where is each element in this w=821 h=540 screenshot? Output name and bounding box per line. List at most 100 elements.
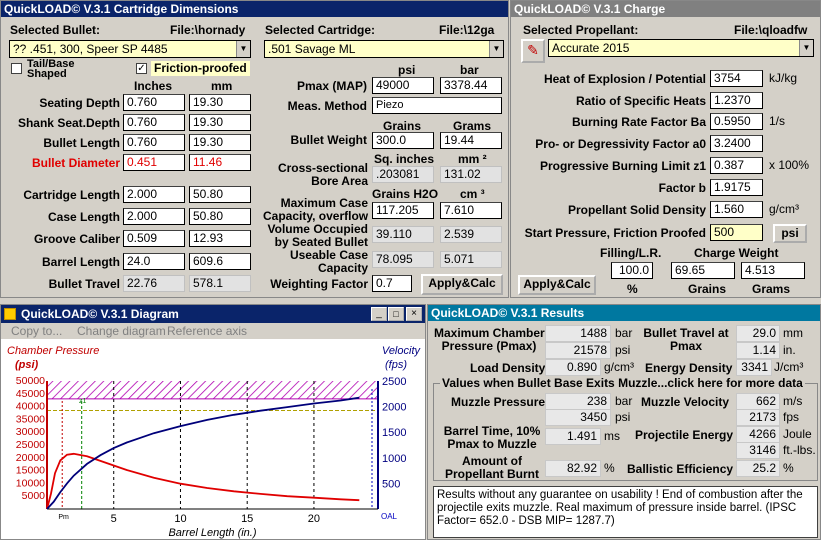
dim-row-label: Seating Depth: [39, 96, 120, 110]
chevron-down-icon[interactable]: ▼: [799, 40, 813, 56]
dim-row-mm-field[interactable]: 609.6: [189, 253, 251, 270]
x-tick-label: 10: [174, 513, 186, 525]
dim-row-label: Barrel Length: [41, 255, 120, 269]
charge-row-field[interactable]: 3754: [710, 70, 763, 87]
ballistic-efficiency-value: 25.2: [736, 460, 780, 477]
dim-row-label: Groove Caliber: [33, 232, 120, 246]
charge-grains-field[interactable]: 69.65: [671, 262, 735, 279]
muzzle-velocity-fps-value: 2173: [736, 409, 780, 426]
app-icon: [4, 308, 16, 320]
friction-proofed-checkbox[interactable]: ✓: [136, 63, 147, 74]
weighting-factor-field[interactable]: 0.7: [372, 275, 412, 292]
x-axis-title: Barrel Length (in.): [168, 527, 256, 539]
bullet-weight-grams-field[interactable]: 19.44: [440, 132, 502, 149]
charge-row-label: Pro- or Degressivity Factor a0: [535, 137, 706, 151]
percent-burnt-unit: %: [604, 461, 615, 475]
charge-row-field[interactable]: 0.387: [710, 157, 763, 174]
dim-row-label: Shank Seat.Depth: [17, 116, 120, 130]
diagram-title-bar: QuickLOAD© V.3.1 Diagram: [1, 305, 425, 323]
right-tick-label: 1000: [382, 453, 406, 465]
max-case-capacity-cm3-field[interactable]: 7.610: [440, 202, 502, 219]
pmax-bar-field[interactable]: 3378.44: [440, 77, 502, 94]
right-tick-label: 2000: [382, 402, 406, 414]
dim-row-label: Case Length: [47, 210, 120, 224]
load-density-label: Load Density: [470, 361, 546, 375]
x-tick-label: 15: [241, 513, 253, 525]
propellant-select[interactable]: Accurate 2015 ▼: [548, 39, 814, 57]
psi-unit-button[interactable]: psi: [773, 224, 807, 243]
left-tick-label: 50000: [16, 375, 45, 387]
cartridge-select[interactable]: .501 Savage ML ▼: [264, 40, 504, 58]
dim-row-mm-field[interactable]: 50.80: [189, 186, 251, 203]
friction-proofed-label: Friction-proofed: [151, 61, 250, 76]
close-icon[interactable]: ×: [406, 307, 422, 321]
bullet-travel-in-value: 1.14: [736, 342, 780, 359]
dim-row-inches-field[interactable]: 0.760: [123, 114, 185, 131]
load-density-value: 0.890: [545, 359, 601, 376]
projectile-energy-label: Projectile Energy: [635, 428, 734, 442]
minimize-icon[interactable]: _: [371, 307, 387, 321]
charge-row-field[interactable]: 1.9175: [710, 179, 763, 196]
meas-method-field[interactable]: Piezo: [372, 97, 502, 114]
energy-density-label: Energy Density: [645, 361, 733, 375]
dim-row-inches-field[interactable]: 24.0: [123, 253, 185, 270]
charge-row-label: Propellant Solid Density: [567, 203, 706, 217]
charge-row-field[interactable]: 500: [710, 224, 763, 241]
dim-row-inches-field[interactable]: 0.760: [123, 94, 185, 111]
dim-row-mm-field[interactable]: 50.80: [189, 208, 251, 225]
ms-unit: m/s: [783, 394, 803, 408]
menu-reference-axis[interactable]: Reference axis: [167, 324, 247, 338]
dim-row-inches-field[interactable]: 0.451: [123, 154, 185, 171]
dim-row-inches-field[interactable]: 2.000: [123, 208, 185, 225]
percent-label: %: [627, 282, 638, 296]
chevron-down-icon[interactable]: ▼: [236, 41, 250, 57]
muzzle-bar-unit: bar: [615, 394, 633, 408]
menu-copy-to[interactable]: Copy to...: [11, 324, 62, 338]
dim-row-mm-field[interactable]: 19.30: [189, 114, 251, 131]
dim-row-mm-field[interactable]: 19.30: [189, 94, 251, 111]
bullet-select-value: ?? .451, 300, Speer SP 4485: [13, 42, 168, 56]
charge-apply-calc-button[interactable]: Apply&Calc: [518, 275, 596, 295]
dim-row-inches-field[interactable]: 0.509: [123, 230, 185, 247]
left-tick-label: 5000: [22, 490, 46, 502]
propellant-burnt-label: Amount of Propellant Burnt: [440, 455, 544, 481]
ballistic-efficiency-label: Ballistic Efficiency: [627, 462, 734, 476]
charge-row-field[interactable]: 0.5950: [710, 113, 763, 130]
psi-header: psi: [398, 63, 416, 77]
max-case-capacity-grains-field[interactable]: 117.205: [372, 202, 434, 219]
bore-area-sqin-value: .203081: [372, 166, 434, 183]
right-tick-label: 2500: [382, 376, 406, 388]
bullet-weight-grains-field[interactable]: 300.0: [372, 132, 434, 149]
z1-label: z1: [79, 398, 87, 405]
maximize-icon[interactable]: □: [388, 307, 404, 321]
charge-row-unit: x 100%: [769, 158, 810, 172]
dim-row-mm-field[interactable]: 19.30: [189, 134, 251, 151]
chevron-down-icon[interactable]: ▼: [489, 41, 503, 57]
tail-base-checkbox[interactable]: [11, 63, 22, 74]
bullet-select[interactable]: ?? .451, 300, Speer SP 4485 ▼: [9, 40, 251, 58]
right-tick-label: 1500: [382, 427, 406, 439]
charge-grams-field[interactable]: 4.513: [741, 262, 805, 279]
dim-row-inches-field[interactable]: 2.000: [123, 186, 185, 203]
results-notes-box[interactable]: Results without any guarantee on usabili…: [433, 486, 818, 538]
filling-field[interactable]: 100.0: [611, 262, 653, 279]
charge-row-field[interactable]: 1.2370: [710, 92, 763, 109]
muzzle-pressure-psi-value: 3450: [545, 409, 611, 426]
charge-row-field[interactable]: 1.560: [710, 201, 763, 218]
muzzle-values-group-title[interactable]: Values when Bullet Base Exits Muzzle...c…: [440, 376, 805, 390]
dim-row-mm-field[interactable]: 12.93: [189, 230, 251, 247]
dim-row-mm-field[interactable]: 11.46: [189, 154, 251, 171]
right-tick-label: 500: [382, 478, 400, 490]
muzzle-psi-unit: psi: [615, 410, 631, 424]
charge-row-field[interactable]: 3.2400: [710, 135, 763, 152]
dims-apply-calc-button[interactable]: Apply&Calc: [421, 274, 503, 295]
propellant-edit-icon[interactable]: ✎: [521, 39, 545, 63]
muzzle-velocity-label: Muzzle Velocity: [641, 395, 730, 409]
selected-propellant-label: Selected Propellant:: [523, 23, 639, 37]
menu-change-diagram[interactable]: Change diagram: [77, 324, 166, 338]
left-tick-label: 15000: [16, 465, 45, 477]
dim-row-inches-field[interactable]: 0.760: [123, 134, 185, 151]
pmax-psi-field[interactable]: 49000: [372, 77, 434, 94]
volume-occupied-label: Volume Occupied by Seated Bullet: [263, 223, 368, 249]
muzzle-pressure-bar-value: 238: [545, 393, 611, 410]
